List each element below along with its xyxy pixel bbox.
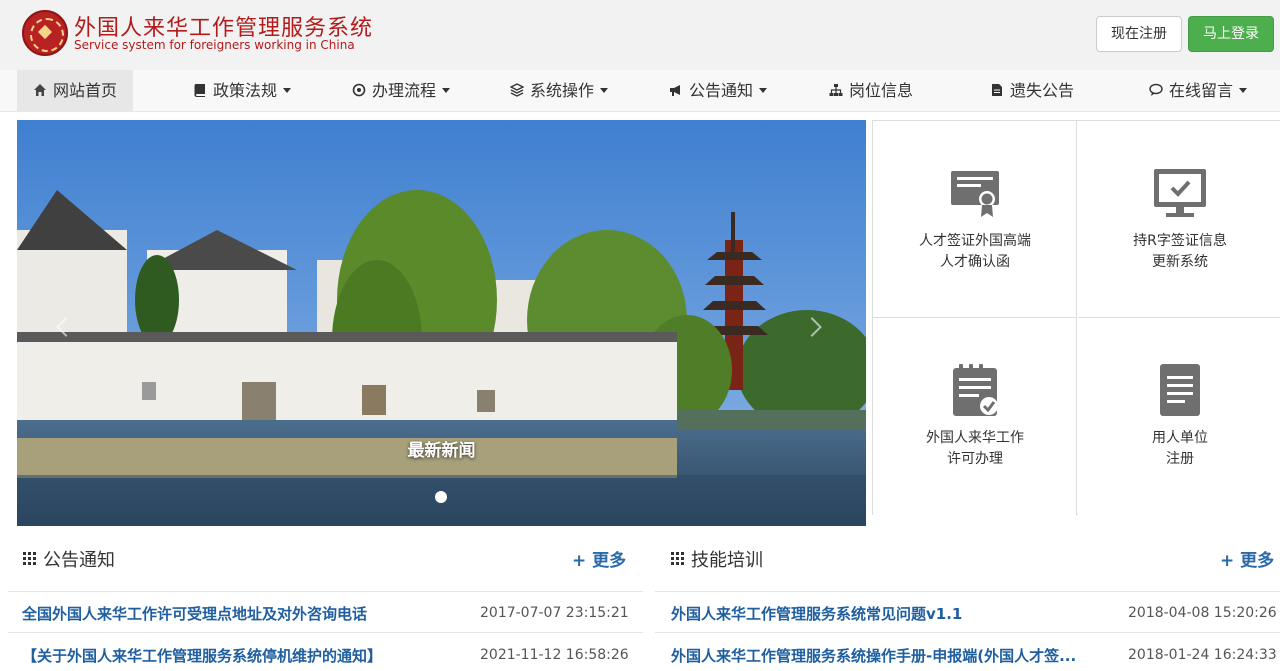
service-tile-label: 外国人来华工作 许可办理 bbox=[926, 430, 1024, 467]
nav-label: 政策法规 bbox=[213, 81, 278, 100]
target-icon bbox=[352, 83, 366, 97]
nav-item-home[interactable]: 网站首页 bbox=[17, 70, 134, 112]
clipboard-check-icon bbox=[953, 364, 998, 416]
book-icon bbox=[194, 84, 205, 97]
training-title: 技能培训 bbox=[691, 550, 763, 571]
caret-down-icon bbox=[759, 88, 768, 93]
training-item-date: 2018-04-08 15:20:26 bbox=[1128, 605, 1277, 621]
nav-item-announcements[interactable]: 公告通知 bbox=[669, 70, 768, 112]
carousel-caption: 最新新闻 bbox=[407, 441, 476, 461]
certificate-icon bbox=[951, 171, 999, 217]
register-button[interactable]: 现在注册 bbox=[1096, 16, 1182, 52]
comment-icon bbox=[1149, 83, 1163, 96]
notices-more-link[interactable]: + 更多 bbox=[572, 546, 626, 571]
nav-item-policy[interactable]: 政策法规 bbox=[193, 70, 292, 112]
nav-item-message[interactable]: 在线留言 bbox=[1149, 70, 1248, 112]
nav-label: 办理流程 bbox=[372, 81, 437, 100]
notice-item-date: 2021-11-12 16:58:26 bbox=[480, 647, 629, 663]
training-more-link[interactable]: + 更多 bbox=[1220, 546, 1274, 571]
caret-down-icon bbox=[442, 88, 451, 93]
nav-label: 网站首页 bbox=[53, 81, 118, 100]
monitor-check-icon bbox=[1154, 169, 1206, 217]
service-tile-label: 人才签证外国高端 人才确认函 bbox=[919, 233, 1031, 270]
file-icon bbox=[992, 84, 1002, 96]
sitemap-icon bbox=[829, 84, 843, 96]
nav-label: 岗位信息 bbox=[849, 81, 914, 100]
nav-label: 公告通知 bbox=[689, 81, 754, 100]
home-icon bbox=[34, 84, 46, 96]
training-item-date: 2018-01-24 16:24:33 bbox=[1128, 647, 1277, 663]
caret-down-icon bbox=[1239, 88, 1248, 93]
row-divider bbox=[655, 632, 1280, 633]
notices-divider bbox=[8, 591, 643, 592]
service-grid: 人才签证外国高端人才确认函 持R字签证信息更新系统 外国人来华工作许可办理 bbox=[872, 120, 1280, 515]
nav-item-lost[interactable]: 遗失公告 bbox=[990, 70, 1074, 112]
document-icon bbox=[1160, 364, 1200, 416]
service-tile-r-visa[interactable]: 持R字签证信息 更新系统 bbox=[1078, 121, 1280, 318]
bullhorn-icon bbox=[670, 85, 680, 96]
training-item-title[interactable]: 外国人来华工作管理服务系统操作手册-申报端(外国人才签... bbox=[671, 645, 1119, 666]
login-button[interactable]: 马上登录 bbox=[1188, 16, 1274, 52]
caret-down-icon bbox=[283, 88, 292, 93]
training-item-title[interactable]: 外国人来华工作管理服务系统常见问题v1.1 bbox=[671, 603, 1111, 624]
grid-icon bbox=[671, 552, 684, 565]
site-subtitle: Service system for foreigners working in… bbox=[74, 38, 355, 52]
notice-item-title[interactable]: 全国外国人来华工作许可受理点地址及对外咨询电话 bbox=[22, 603, 442, 624]
service-tile-talent-visa[interactable]: 人才签证外国高端 人才确认函 bbox=[873, 121, 1077, 318]
carousel-image bbox=[17, 120, 866, 526]
nav-item-system[interactable]: 系统操作 bbox=[510, 70, 609, 112]
row-divider bbox=[8, 632, 643, 633]
nav-label: 遗失公告 bbox=[1010, 81, 1075, 100]
training-divider bbox=[655, 591, 1280, 592]
news-carousel[interactable] bbox=[17, 120, 866, 526]
notice-item-date: 2017-07-07 23:15:21 bbox=[480, 605, 629, 621]
carousel-indicator-dot[interactable] bbox=[435, 491, 447, 503]
nav-item-jobs[interactable]: 岗位信息 bbox=[829, 70, 913, 112]
notice-item-title[interactable]: 【关于外国人来华工作管理服务系统停机维护的通知】 bbox=[22, 645, 442, 666]
grid-icon bbox=[23, 552, 36, 565]
notices-title: 公告通知 bbox=[43, 550, 115, 571]
layers-icon bbox=[510, 83, 524, 97]
service-tile-work-permit[interactable]: 外国人来华工作 许可办理 bbox=[873, 318, 1077, 515]
emblem-logo[interactable] bbox=[22, 10, 68, 56]
caret-down-icon bbox=[600, 88, 609, 93]
service-tile-label: 用人单位 注册 bbox=[1152, 430, 1208, 467]
nav-label: 系统操作 bbox=[530, 81, 595, 100]
nav-label: 在线留言 bbox=[1169, 81, 1234, 100]
service-tile-employer-register[interactable]: 用人单位 注册 bbox=[1078, 318, 1280, 515]
main-nav: 网站首页 政策法规 办理流程 系统操作 公告通知 岗位信息 遗失公告 在线留言 bbox=[0, 70, 1280, 112]
nav-item-process[interactable]: 办理流程 bbox=[352, 70, 451, 112]
service-tile-label: 持R字签证信息 更新系统 bbox=[1133, 233, 1227, 270]
site-header: 外国人来华工作管理服务系统 Service system for foreign… bbox=[0, 0, 1280, 70]
